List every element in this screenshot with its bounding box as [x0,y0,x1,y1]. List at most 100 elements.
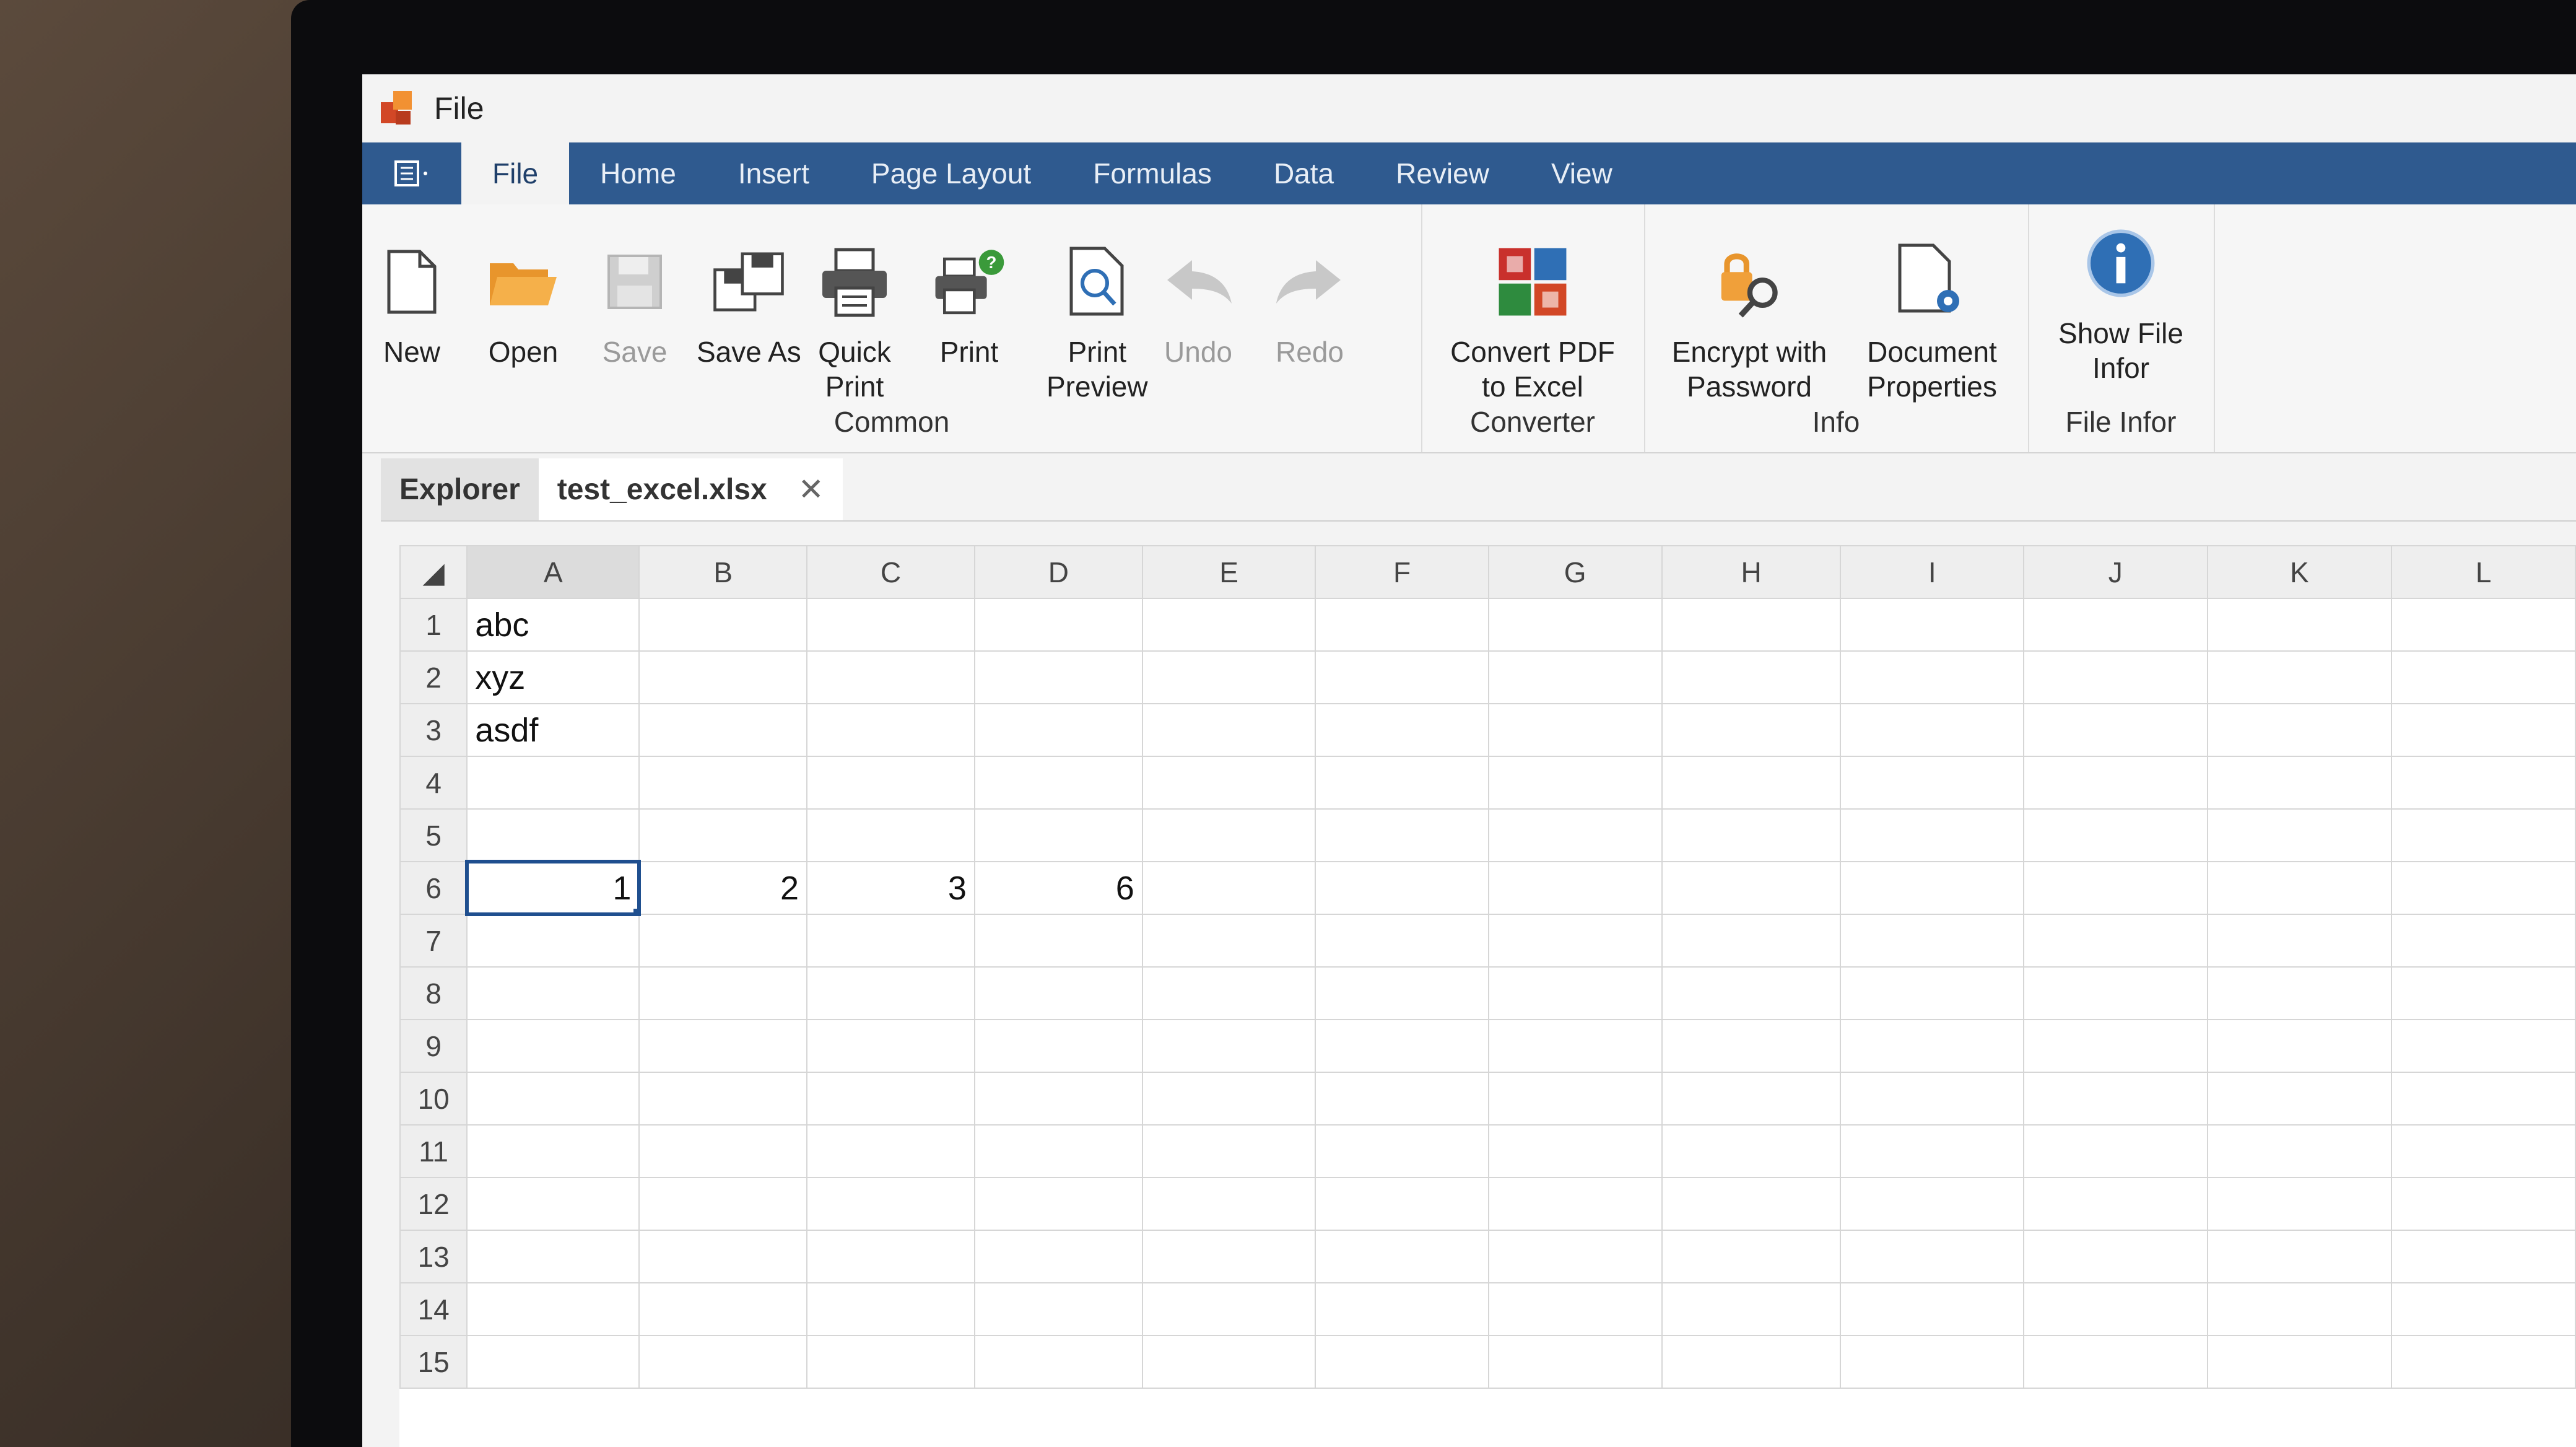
tab-formulas[interactable]: Formulas [1062,142,1243,204]
cell-i9[interactable] [1840,1019,2024,1073]
cell-l1[interactable] [2391,598,2576,652]
cell-l7[interactable] [2391,914,2576,968]
cell-f2[interactable] [1315,650,1489,704]
convert-pdf-button[interactable]: Convert PDF to Excel [1434,242,1632,404]
cell-l9[interactable] [2391,1019,2576,1073]
quick-print-button[interactable]: Quick Print [817,242,892,404]
cell-j9[interactable] [2022,1019,2208,1073]
cell-c7[interactable] [806,914,975,968]
cell-a9[interactable] [466,1019,640,1073]
cell-b11[interactable] [638,1124,808,1178]
cell-e5[interactable] [1141,808,1316,862]
cell-j13[interactable] [2022,1230,2208,1283]
tab-explorer[interactable]: Explorer [381,458,539,520]
cell-f8[interactable] [1315,966,1489,1020]
tab-test-excel[interactable]: test_excel.xlsx ✕ [538,458,843,520]
column-header-e[interactable]: E [1141,545,1316,599]
cell-f14[interactable] [1315,1282,1489,1336]
cell-j6[interactable] [2022,861,2208,915]
cell-f5[interactable] [1315,808,1489,862]
cell-l10[interactable] [2391,1072,2576,1126]
close-icon[interactable]: ✕ [798,471,824,507]
tab-file[interactable]: File [461,142,570,204]
cell-a10[interactable] [466,1072,640,1126]
cell-h11[interactable] [1661,1124,1842,1178]
cell-h9[interactable] [1661,1019,1842,1073]
cell-j15[interactable] [2022,1335,2208,1389]
cell-f6[interactable] [1315,861,1489,915]
cell-d14[interactable] [973,1282,1143,1336]
cell-b15[interactable] [638,1335,808,1389]
cell-b12[interactable] [638,1177,808,1231]
cell-l8[interactable] [2391,966,2576,1020]
cell-l5[interactable] [2391,808,2576,862]
cell-f9[interactable] [1315,1019,1489,1073]
cell-g9[interactable] [1487,1019,1663,1073]
cell-l4[interactable] [2391,756,2576,810]
cell-k5[interactable] [2206,808,2393,862]
row-header[interactable]: 7 [399,914,468,968]
cell-g8[interactable] [1487,966,1663,1020]
column-header-k[interactable]: K [2206,545,2393,599]
cell-l12[interactable] [2391,1177,2576,1231]
cell-l15[interactable] [2391,1335,2576,1389]
cell-h7[interactable] [1661,914,1842,968]
cell-h5[interactable] [1661,808,1842,862]
cell-f11[interactable] [1315,1124,1489,1178]
cell-i8[interactable] [1840,966,2024,1020]
cell-j5[interactable] [2022,808,2208,862]
row-header[interactable]: 11 [399,1124,468,1178]
cell-k2[interactable] [2206,650,2393,704]
cell-b4[interactable] [638,756,808,810]
column-header-h[interactable]: H [1661,545,1842,599]
cell-c1[interactable] [806,598,975,652]
cell-k15[interactable] [2206,1335,2393,1389]
cell-e1[interactable] [1141,598,1316,652]
cell-l13[interactable] [2391,1230,2576,1283]
cell-e4[interactable] [1141,756,1316,810]
cell-d8[interactable] [973,966,1143,1020]
cell-b3[interactable] [638,703,808,757]
cell-e9[interactable] [1141,1019,1316,1073]
cell-c8[interactable] [806,966,975,1020]
cell-c4[interactable] [806,756,975,810]
cell-k10[interactable] [2206,1072,2393,1126]
cell-d13[interactable] [973,1230,1143,1283]
cell-j1[interactable] [2022,598,2208,652]
row-header[interactable]: 13 [399,1230,468,1283]
cell-k8[interactable] [2206,966,2393,1020]
row-header[interactable]: 5 [399,808,468,862]
cell-l3[interactable] [2391,703,2576,757]
cell-l14[interactable] [2391,1282,2576,1336]
cell-d6[interactable]: 6 [973,861,1143,915]
column-header-a[interactable]: A [466,545,640,599]
undo-button[interactable]: Undo [1161,242,1235,369]
cell-e3[interactable] [1141,703,1316,757]
cell-g10[interactable] [1487,1072,1663,1126]
cell-j11[interactable] [2022,1124,2208,1178]
cell-h14[interactable] [1661,1282,1842,1336]
cell-e10[interactable] [1141,1072,1316,1126]
cell-d7[interactable] [973,914,1143,968]
cell-g6[interactable] [1487,861,1663,915]
cell-g7[interactable] [1487,914,1663,968]
cell-b6[interactable]: 2 [638,861,808,915]
column-header-l[interactable]: L [2391,545,2576,599]
row-header[interactable]: 10 [399,1072,468,1126]
cell-k3[interactable] [2206,703,2393,757]
cell-c6[interactable]: 3 [806,861,975,915]
cell-a11[interactable] [466,1124,640,1178]
cell-i12[interactable] [1840,1177,2024,1231]
column-header-f[interactable]: F [1315,545,1489,599]
cell-a8[interactable] [466,966,640,1020]
tab-review[interactable]: Review [1365,142,1520,204]
cell-e11[interactable] [1141,1124,1316,1178]
cell-i10[interactable] [1840,1072,2024,1126]
row-header[interactable]: 9 [399,1019,468,1073]
cell-e12[interactable] [1141,1177,1316,1231]
cell-h6[interactable] [1661,861,1842,915]
cell-c10[interactable] [806,1072,975,1126]
cell-f15[interactable] [1315,1335,1489,1389]
cell-d4[interactable] [973,756,1143,810]
column-header-j[interactable]: J [2022,545,2208,599]
